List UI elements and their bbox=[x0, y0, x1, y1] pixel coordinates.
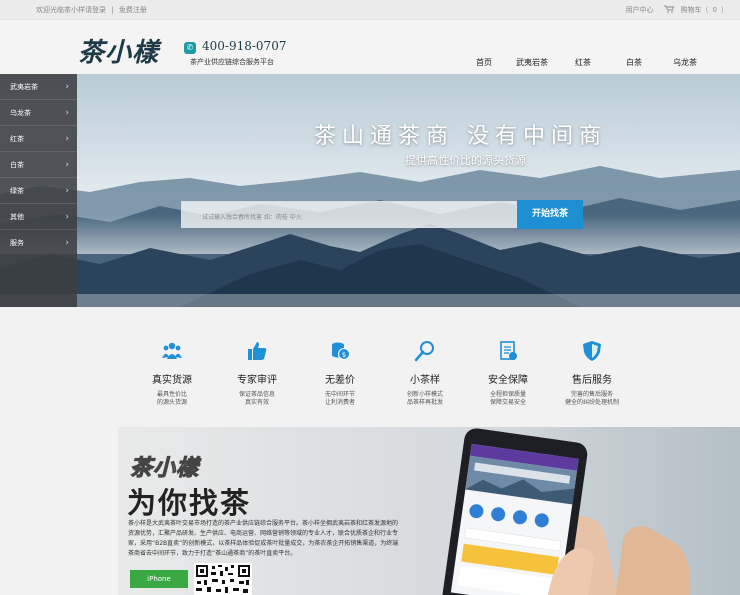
chevron-right-icon: › bbox=[65, 133, 69, 144]
people-icon bbox=[161, 340, 183, 362]
feature-desc-line: 的源头货源 bbox=[156, 399, 187, 406]
feature-desc-line: 健全的纠纷处理机制 bbox=[564, 399, 619, 406]
cart-label: 购物车（ bbox=[680, 6, 709, 14]
cart-count: 0 bbox=[712, 6, 717, 14]
feature-desc-line: 品茶样再批发 bbox=[406, 399, 443, 406]
login-link[interactable]: 欢迎光临茶小样请登录 bbox=[36, 6, 106, 14]
feature-desc-line: 真实有效 bbox=[244, 399, 269, 406]
features-section: 真实货源 最具性价比 的源头货源 专家审评 保证茶品信息 真实有效 $ 无差价 无中… bbox=[0, 322, 740, 422]
top-bar-right: 用户中心 购物车（ 0 ） bbox=[622, 5, 728, 15]
cart-icon[interactable] bbox=[663, 5, 674, 15]
cart-close: ） bbox=[721, 6, 728, 14]
site-logo[interactable]: 茶小樣 bbox=[78, 32, 159, 69]
chevron-right-icon: › bbox=[65, 185, 69, 196]
header: 茶小樣 ✆ 400-918-0707 茶产业供应链综合服务平台 首页 武夷岩茶 … bbox=[0, 20, 740, 74]
feature-real-source: 真实货源 最具性价比 的源头货源 bbox=[127, 322, 217, 407]
divider: | bbox=[111, 6, 114, 14]
feature-desc-line: 保证茶品信息 bbox=[238, 391, 275, 398]
sidebar-item-label: 其他 bbox=[10, 212, 24, 221]
page: 欢迎光临茶小样请登录 | 免费注册 用户中心 购物车（ 0 ） 茶小樣 ✆ 400-… bbox=[0, 0, 740, 595]
feature-title: 无差价 bbox=[325, 375, 355, 386]
sidebar-item-oolong-tea[interactable]: 乌龙茶 › bbox=[0, 100, 77, 126]
chevron-right-icon: › bbox=[65, 159, 69, 170]
feature-desc-line: 完善的售后服务 bbox=[570, 391, 613, 398]
phone-icon: ✆ bbox=[184, 42, 196, 54]
feature-after-sales: 售后服务 完善的售后服务 健全的纠纷处理机制 bbox=[547, 322, 637, 407]
feature-desc-line: 创新小样模式 bbox=[406, 391, 443, 398]
hero-banner bbox=[0, 74, 740, 307]
sidebar-item-service[interactable]: 服务 › bbox=[0, 230, 77, 256]
feature-desc: 创新小样模式 品茶样再批发 bbox=[380, 391, 470, 407]
nav-white-tea[interactable]: 白茶 bbox=[608, 57, 660, 68]
shield-icon bbox=[581, 340, 603, 362]
hero-subtitle: 提供高性价比的源头货源 bbox=[405, 154, 526, 167]
chevron-right-icon: › bbox=[65, 107, 69, 118]
feature-desc: 最具性价比 的源头货源 bbox=[127, 391, 217, 407]
feature-title: 专家审评 bbox=[237, 375, 277, 386]
feature-desc-line: 保障交易安全 bbox=[489, 399, 526, 406]
chevron-right-icon: › bbox=[65, 238, 69, 248]
sidebar-item-label: 服务 bbox=[10, 239, 24, 247]
nav-black-tea[interactable]: 红茶 bbox=[558, 57, 608, 68]
register-link[interactable]: 免费注册 bbox=[119, 6, 147, 14]
sidebar-item-label: 武夷岩茶 bbox=[10, 82, 38, 91]
qr-code bbox=[194, 563, 252, 595]
feature-no-markup: $ 无差价 无中间环节 让利消费者 bbox=[295, 322, 385, 407]
top-bar-left: 欢迎光临茶小样请登录 | 免费注册 bbox=[36, 5, 150, 15]
document-icon bbox=[497, 340, 519, 362]
feature-desc: 完善的售后服务 健全的纠纷处理机制 bbox=[547, 391, 637, 407]
sidebar-item-other[interactable]: 其他 › bbox=[0, 204, 77, 230]
search-input[interactable]: 试试输入独合春所找害 如：肉桂 中火 bbox=[181, 201, 517, 228]
feature-title: 售后服务 bbox=[572, 375, 612, 386]
chevron-right-icon: › bbox=[65, 81, 69, 92]
sidebar-item-label: 白茶 bbox=[10, 160, 24, 169]
nav-wuyi-rock-tea[interactable]: 武夷岩茶 bbox=[506, 57, 558, 68]
feature-title: 小茶样 bbox=[410, 375, 440, 386]
feature-desc: 保证茶品信息 真实有效 bbox=[212, 391, 302, 407]
feature-desc-line: 让利消费者 bbox=[324, 399, 355, 406]
sidebar-item-black-tea[interactable]: 红茶 › bbox=[0, 126, 77, 152]
cart-link[interactable]: 购物车（ 0 ） bbox=[677, 5, 728, 15]
mountain-landscape-image bbox=[0, 74, 740, 307]
slogan: 茶产业供应链综合服务平台 bbox=[190, 58, 274, 66]
feature-desc: 无中间环节 让利消费者 bbox=[295, 391, 385, 407]
qr-code-image bbox=[194, 563, 252, 595]
svg-text:$: $ bbox=[342, 351, 346, 359]
feature-title: 真实货源 bbox=[152, 375, 192, 386]
feature-title: 安全保障 bbox=[488, 375, 528, 386]
feature-desc-line: 无中间环节 bbox=[324, 391, 355, 398]
chevron-right-icon: › bbox=[65, 211, 69, 222]
nav-oolong-tea[interactable]: 乌龙茶 bbox=[660, 57, 710, 68]
top-bar: 欢迎光临茶小样请登录 | 免费注册 用户中心 购物车（ 0 ） bbox=[0, 0, 740, 20]
main-nav: 首页 武夷岩茶 红茶 白茶 乌龙茶 bbox=[462, 57, 710, 68]
feature-expert-review: 专家审评 保证茶品信息 真实有效 bbox=[212, 322, 302, 407]
sidebar-item-label: 绿茶 bbox=[10, 186, 24, 195]
sidebar-item-green-tea[interactable]: 绿茶 › bbox=[0, 178, 77, 204]
sidebar-item-white-tea[interactable]: 白茶 › bbox=[0, 152, 77, 178]
phone-number: 400-918-0707 bbox=[202, 39, 287, 53]
nav-home[interactable]: 首页 bbox=[462, 57, 506, 68]
feature-desc-line: 全程担保质量 bbox=[489, 391, 526, 398]
feature-desc: 全程担保质量 保障交易安全 bbox=[463, 391, 553, 407]
user-center-link[interactable]: 用户中心 bbox=[626, 5, 654, 15]
thumbs-up-icon bbox=[246, 340, 268, 362]
promo-logo: 茶小樣 bbox=[129, 455, 200, 482]
feature-small-sample: 小茶样 创新小样模式 品茶样再批发 bbox=[380, 322, 470, 407]
feature-desc-line: 最具性价比 bbox=[156, 391, 187, 398]
promo-title: 为你找茶 bbox=[127, 486, 252, 520]
sidebar-item-label: 红茶 bbox=[10, 134, 24, 143]
feature-security: 安全保障 全程担保质量 保障交易安全 bbox=[463, 322, 553, 407]
iphone-download-button[interactable]: iPhone bbox=[130, 570, 188, 588]
promo-description: 茶小样是大武夷茶叶交易市场打造的茶产业供应链综合服务平台。茶小样坐拥武夷岩茶和红… bbox=[128, 520, 399, 557]
hero-title: 茶山通茶商 没有中间商 bbox=[314, 124, 607, 149]
magnifier-icon bbox=[414, 340, 436, 362]
sidebar-item-wuyi-rock-tea[interactable]: 武夷岩茶 › bbox=[0, 74, 77, 100]
search-button[interactable]: 开始找茶 bbox=[517, 200, 583, 229]
sidebar-item-label: 乌龙茶 bbox=[10, 108, 31, 117]
coins-icon: $ bbox=[329, 340, 351, 362]
category-sidebar: 武夷岩茶 › 乌龙茶 › 红茶 › 白茶 › 绿茶 › 其他 › 服务 › bbox=[0, 74, 77, 307]
